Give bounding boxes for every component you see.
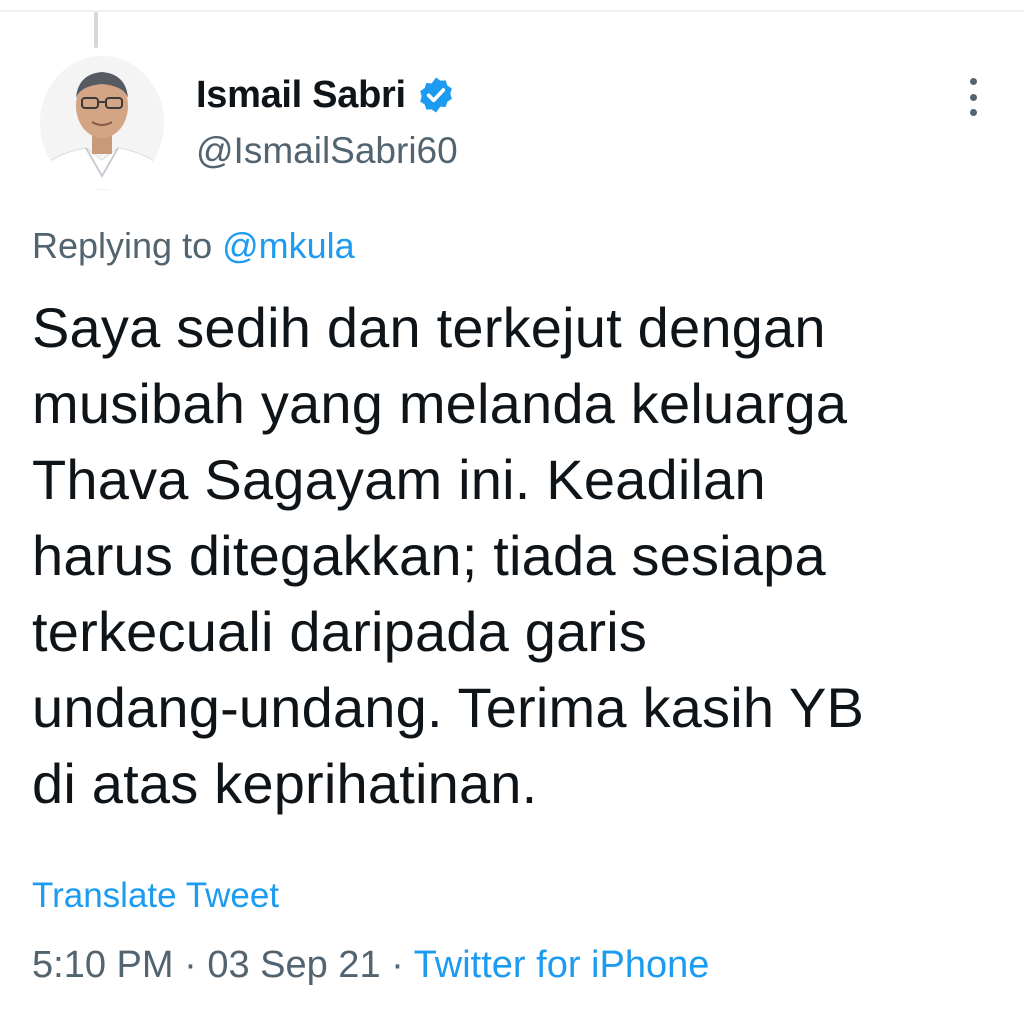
- tweet-text-line: musibah yang melanda keluarga: [32, 372, 848, 435]
- top-divider: [0, 10, 1024, 12]
- tweet-text: Saya sedih dan terkejut dengan musibah y…: [32, 290, 992, 822]
- author-name-row[interactable]: Ismail Sabri: [196, 70, 456, 120]
- tweet-text-line: terkecuali daripada garis: [32, 600, 648, 663]
- tweet-text-line: Saya sedih dan terkejut dengan: [32, 296, 826, 359]
- translate-tweet-link[interactable]: Translate Tweet: [32, 876, 279, 916]
- meta-separator: ·: [391, 944, 404, 986]
- tweet-text-line: harus ditegakkan; tiada sesiapa: [32, 524, 826, 587]
- tweet-text-line: di atas keprihatinan.: [32, 752, 538, 815]
- more-options-icon[interactable]: [958, 78, 988, 116]
- verified-badge-icon: [416, 75, 456, 115]
- reply-mention-link[interactable]: @mkula: [222, 225, 355, 266]
- thread-connector-line: [94, 12, 98, 48]
- tweet-time[interactable]: 5:10 PM: [32, 944, 174, 986]
- avatar[interactable]: [40, 56, 164, 190]
- tweet-text-line: Thava Sagayam ini. Keadilan: [32, 448, 766, 511]
- replying-prefix: Replying to: [32, 225, 213, 266]
- meta-separator: ·: [184, 944, 197, 986]
- tweet-metadata: 5:10 PM · 03 Sep 21 · Twitter for iPhone: [32, 944, 709, 987]
- author-handle[interactable]: @IsmailSabri60: [196, 130, 458, 172]
- tweet-source-link[interactable]: Twitter for iPhone: [414, 944, 710, 986]
- replying-to: Replying to @mkula: [32, 225, 355, 267]
- tweet-text-line: undang-undang. Terima kasih YB: [32, 676, 865, 739]
- display-name[interactable]: Ismail Sabri: [196, 74, 406, 117]
- tweet-date[interactable]: 03 Sep 21: [207, 944, 380, 986]
